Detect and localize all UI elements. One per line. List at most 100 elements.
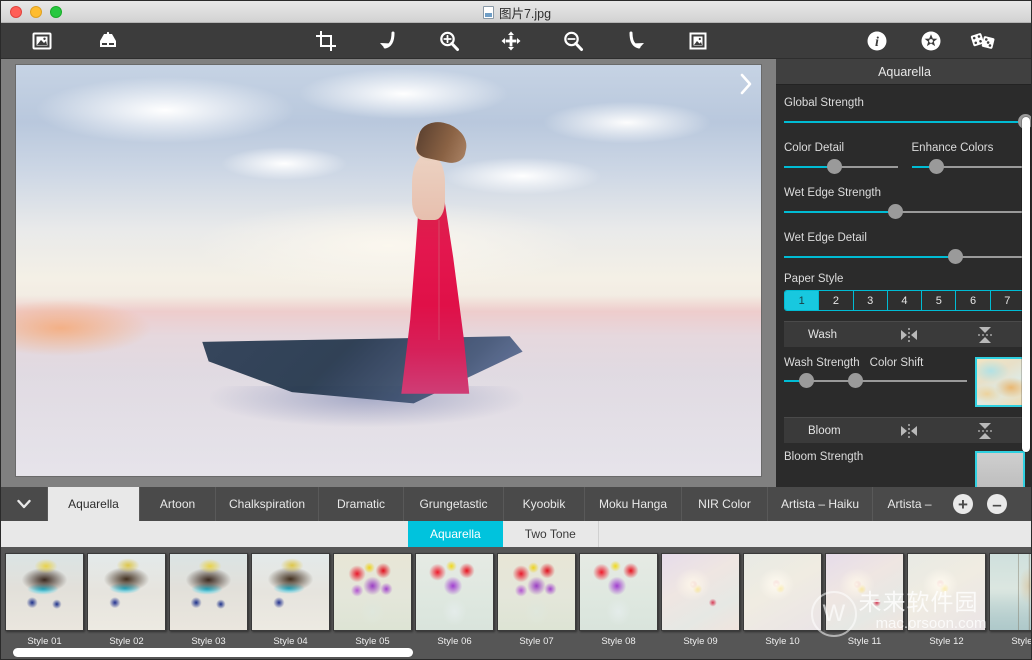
preset-item[interactable]: Style 13 xyxy=(989,553,1031,647)
paper-style-option-3[interactable]: 3 xyxy=(853,291,888,310)
tab-moku-hanga[interactable]: Moku Hanga xyxy=(585,487,682,521)
preset-item[interactable]: Style 06 xyxy=(415,553,494,647)
preset-label: Style 04 xyxy=(273,636,308,647)
preset-item[interactable]: Style 04 xyxy=(251,553,330,647)
tab-artista-haiku[interactable]: Artista – Haiku xyxy=(768,487,873,521)
tab-grungetastic[interactable]: Grungetastic xyxy=(404,487,504,521)
preset-item[interactable]: Style 08 xyxy=(579,553,658,647)
preset-item[interactable]: Style 09 xyxy=(661,553,740,647)
preset-label: Style 11 xyxy=(847,636,882,647)
preset-thumbnail[interactable] xyxy=(989,553,1031,631)
paper-style-option-4[interactable]: 4 xyxy=(887,291,923,310)
preset-thumbnail[interactable] xyxy=(87,553,166,631)
tab-artista[interactable]: Artista – xyxy=(873,487,946,521)
section-header-bloom[interactable]: Bloom xyxy=(784,417,1025,443)
redo-icon[interactable] xyxy=(622,27,650,55)
fit-image-icon[interactable] xyxy=(684,27,712,55)
preset-item[interactable]: Style 12 xyxy=(907,553,986,647)
preset-thumbnail[interactable] xyxy=(743,553,822,631)
preset-label: Style 10 xyxy=(765,636,800,647)
tab-nir-color[interactable]: NIR Color xyxy=(682,487,768,521)
tab-chalkspiration[interactable]: Chalkspiration xyxy=(216,487,319,521)
slider-knob[interactable] xyxy=(826,159,842,174)
color-detail-slider[interactable] xyxy=(784,159,898,174)
zoom-out-icon[interactable] xyxy=(559,27,587,55)
preset-thumbnail[interactable] xyxy=(907,553,986,631)
subtab-aquarella[interactable]: Aquarella xyxy=(408,521,503,547)
slider-fill xyxy=(784,121,1025,123)
preset-item[interactable]: Style 07 xyxy=(497,553,576,647)
open-image-icon[interactable] xyxy=(28,27,56,55)
preset-thumbnail-strip[interactable]: Style 01 Style 02 Style 03 Style 04 Styl… xyxy=(1,547,1031,659)
subtab-two-tone[interactable]: Two Tone xyxy=(503,521,599,547)
preset-item[interactable]: Style 10 xyxy=(743,553,822,647)
paper-style-option-5[interactable]: 5 xyxy=(922,291,957,310)
collapse-panel-button[interactable] xyxy=(735,69,757,99)
preset-item[interactable]: Style 11 xyxy=(825,553,904,647)
panel-body[interactable]: Global Strength Color Detail Enhance Col… xyxy=(776,85,1031,487)
tab-kyoobik[interactable]: Kyoobik xyxy=(504,487,585,521)
reset-icon[interactable] xyxy=(896,423,922,444)
panel-scrollbar[interactable] xyxy=(1022,117,1030,452)
settings-icon[interactable] xyxy=(917,27,945,55)
preset-thumbnail[interactable] xyxy=(415,553,494,631)
preset-thumbnail[interactable] xyxy=(825,553,904,631)
wash-texture-swatch[interactable] xyxy=(975,357,1025,407)
section-header-wash[interactable]: Wash xyxy=(784,321,1025,347)
paper-style-option-6[interactable]: 6 xyxy=(956,291,991,310)
global-strength-label: Global Strength xyxy=(784,97,864,109)
window-title: 图片7.jpg xyxy=(1,1,1031,23)
bloom-texture-swatch[interactable] xyxy=(975,451,1025,487)
slider-knob[interactable] xyxy=(929,159,945,174)
image-canvas-area[interactable] xyxy=(1,59,776,487)
slider-knob[interactable] xyxy=(798,373,814,388)
preset-thumbnail[interactable] xyxy=(5,553,84,631)
collapse-icon[interactable] xyxy=(974,421,996,446)
preset-thumbnail[interactable] xyxy=(661,553,740,631)
color-shift-knob[interactable] xyxy=(848,373,864,388)
preset-item[interactable]: Style 03 xyxy=(169,553,248,647)
tab-artoon[interactable]: Artoon xyxy=(140,487,216,521)
torso xyxy=(411,155,446,221)
tab-aquarella[interactable]: Aquarella xyxy=(48,487,140,521)
preset-label: Style 12 xyxy=(929,636,964,647)
undo-icon[interactable] xyxy=(374,27,402,55)
wash-strength-slider[interactable] xyxy=(784,373,967,388)
preset-item[interactable]: Style 05 xyxy=(333,553,412,647)
slider-knob[interactable] xyxy=(948,249,964,264)
reset-icon[interactable] xyxy=(896,327,922,348)
tab-dramatic[interactable]: Dramatic xyxy=(319,487,404,521)
bloom-strength-label: Bloom Strength xyxy=(784,451,864,463)
color-shift-label: Color Shift xyxy=(869,357,924,369)
paper-style-option-7[interactable]: 7 xyxy=(990,291,1024,310)
save-image-icon[interactable] xyxy=(94,27,122,55)
preset-item[interactable]: Style 02 xyxy=(87,553,166,647)
pan-icon[interactable] xyxy=(497,27,525,55)
add-effect-button[interactable]: + xyxy=(946,487,980,521)
wet-edge-detail-slider[interactable] xyxy=(784,249,1025,264)
info-icon[interactable]: i xyxy=(863,27,891,55)
paper-style-segmented-control[interactable]: 1 2 3 4 5 6 7 xyxy=(784,290,1025,311)
preset-scrollbar-track[interactable] xyxy=(1,647,1031,659)
global-strength-slider[interactable] xyxy=(784,114,1031,129)
tab-menu-button[interactable] xyxy=(1,487,48,521)
preset-thumbnail[interactable] xyxy=(333,553,412,631)
collapse-icon[interactable] xyxy=(974,325,996,350)
crop-icon[interactable] xyxy=(312,27,340,55)
preset-thumbnail[interactable] xyxy=(579,553,658,631)
preset-thumbnail[interactable] xyxy=(251,553,330,631)
preset-scrollbar-thumb[interactable] xyxy=(13,648,413,657)
paper-style-option-2[interactable]: 2 xyxy=(819,291,854,310)
random-icon[interactable] xyxy=(969,27,997,55)
remove-effect-button[interactable]: – xyxy=(980,487,1014,521)
wet-edge-strength-label: Wet Edge Strength xyxy=(784,187,881,199)
preset-thumbnail[interactable] xyxy=(169,553,248,631)
preset-thumbnail[interactable] xyxy=(497,553,576,631)
enhance-colors-slider[interactable] xyxy=(911,159,1025,174)
zoom-in-icon[interactable] xyxy=(435,27,463,55)
slider-knob[interactable] xyxy=(887,204,903,219)
preset-item[interactable]: Style 01 xyxy=(5,553,84,647)
paper-style-option-1[interactable]: 1 xyxy=(785,291,820,310)
paper-style-label: Paper Style xyxy=(784,273,844,285)
wet-edge-strength-slider[interactable] xyxy=(784,204,1025,219)
